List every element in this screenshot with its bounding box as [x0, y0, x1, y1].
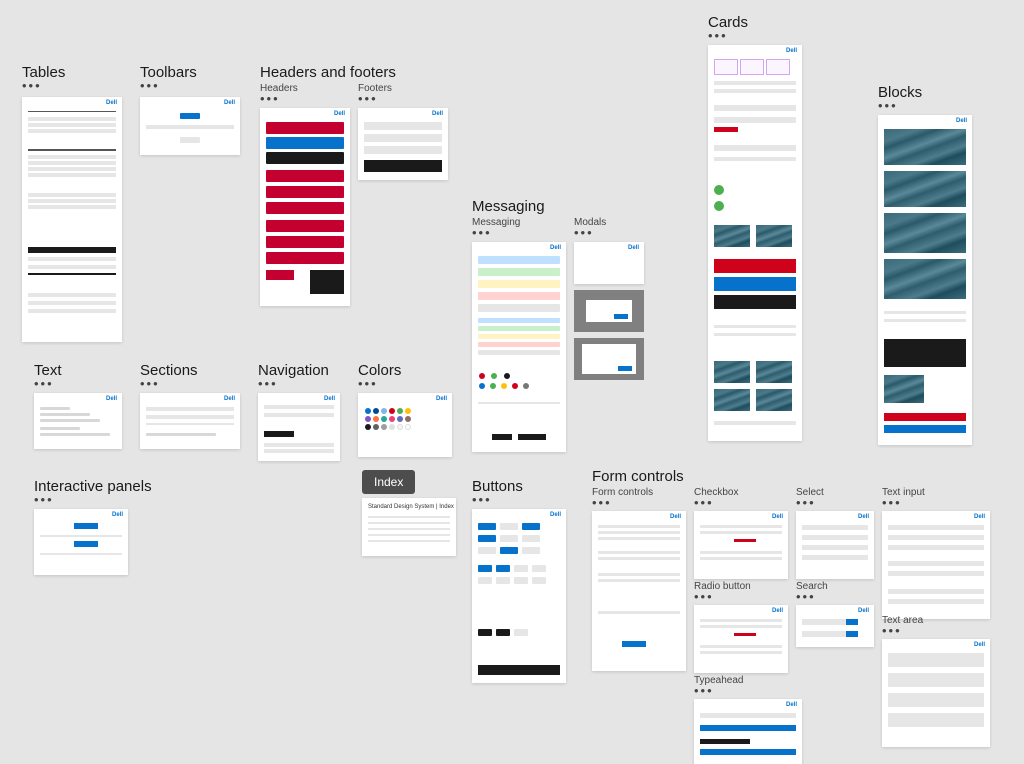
frame-interactive-panels[interactable]: Dell [34, 509, 128, 575]
frame-headers[interactable]: Dell [260, 108, 350, 306]
brand-label: Dell [670, 514, 681, 520]
brand-label: Dell [772, 608, 783, 614]
group-title-messaging: Messaging [472, 198, 644, 215]
group-tables[interactable]: Tables ••• Dell [22, 64, 122, 342]
index-page-title: Standard Design System | Index [368, 504, 454, 510]
brand-label: Dell [858, 608, 869, 614]
more-dots[interactable]: ••• [694, 500, 788, 508]
brand-label: Dell [772, 514, 783, 520]
frame-modal-1[interactable]: Dell [574, 242, 644, 284]
more-dots[interactable]: ••• [708, 33, 802, 41]
index-label: Index [374, 475, 403, 489]
brand-label: Dell [224, 396, 235, 402]
frame-search[interactable]: Dell [796, 605, 874, 647]
group-colors[interactable]: Colors ••• Dell [358, 362, 452, 457]
frame-text-area[interactable]: Dell [882, 639, 990, 747]
group-buttons[interactable]: Buttons ••• Dell [472, 478, 566, 683]
more-dots[interactable]: ••• [34, 497, 152, 505]
group-title-headers-footers: Headers and footers [260, 64, 448, 81]
brand-label: Dell [550, 245, 561, 251]
brand-label: Dell [628, 245, 639, 251]
more-dots[interactable]: ••• [22, 83, 122, 91]
more-dots[interactable]: ••• [878, 103, 972, 111]
more-dots[interactable]: ••• [358, 381, 452, 389]
frame-navigation[interactable]: Dell [258, 393, 340, 461]
brand-label: Dell [786, 48, 797, 54]
more-dots[interactable]: ••• [592, 500, 686, 508]
design-canvas[interactable]: Tables ••• Dell Toolbars ••• Dell Header… [0, 0, 1024, 764]
frame-toolbars[interactable]: Dell [140, 97, 240, 155]
brand-label: Dell [432, 111, 443, 117]
brand-label: Dell [334, 111, 345, 117]
brand-label: Dell [436, 396, 447, 402]
more-dots[interactable]: ••• [694, 688, 802, 696]
more-dots[interactable]: ••• [574, 230, 644, 238]
group-text[interactable]: Text ••• Dell [34, 362, 122, 449]
group-messaging[interactable]: Messaging Messaging ••• Dell [472, 198, 644, 452]
group-cards[interactable]: Cards ••• Dell [708, 14, 802, 441]
more-dots[interactable]: ••• [258, 381, 340, 389]
group-sections[interactable]: Sections ••• Dell [140, 362, 240, 449]
more-dots[interactable]: ••• [34, 381, 122, 389]
frame-typeahead[interactable]: Dell [694, 699, 802, 764]
frame-footers[interactable]: Dell [358, 108, 448, 180]
brand-label: Dell [974, 514, 985, 520]
frame-index[interactable]: Standard Design System | Index [362, 498, 456, 556]
more-dots[interactable]: ••• [882, 500, 990, 508]
brand-label: Dell [786, 702, 797, 708]
brand-label: Dell [106, 396, 117, 402]
group-blocks[interactable]: Blocks ••• Dell [878, 84, 972, 445]
group-form-controls[interactable]: Form controls Form controls ••• Dell Che… [592, 468, 684, 487]
frame-select[interactable]: Dell [796, 511, 874, 579]
more-dots[interactable]: ••• [140, 381, 240, 389]
more-dots[interactable]: ••• [472, 497, 566, 505]
more-dots[interactable]: ••• [358, 96, 448, 104]
more-dots[interactable]: ••• [140, 83, 240, 91]
frame-blocks[interactable]: Dell [878, 115, 972, 445]
frame-cards[interactable]: Dell [708, 45, 802, 441]
brand-label: Dell [550, 512, 561, 518]
frame-messaging[interactable]: Dell [472, 242, 566, 452]
brand-label: Dell [324, 396, 335, 402]
brand-label: Dell [956, 118, 967, 124]
brand-label: Dell [106, 100, 117, 106]
group-interactive-panels[interactable]: Interactive panels ••• Dell [34, 478, 152, 575]
brand-label: Dell [858, 514, 869, 520]
frame-form-controls[interactable]: Dell [592, 511, 686, 671]
frame-radio-button[interactable]: Dell [694, 605, 788, 673]
frame-modal-2-overlay[interactable] [574, 290, 644, 332]
more-dots[interactable]: ••• [260, 96, 350, 104]
group-navigation[interactable]: Navigation ••• Dell [258, 362, 340, 461]
index-pill[interactable]: Index [362, 470, 415, 494]
frame-sections[interactable]: Dell [140, 393, 240, 449]
frame-tables[interactable]: Dell [22, 97, 122, 342]
frame-colors[interactable]: Dell [358, 393, 452, 457]
group-headers-footers[interactable]: Headers and footers Headers ••• Dell [260, 64, 448, 306]
brand-label: Dell [974, 642, 985, 648]
group-toolbars[interactable]: Toolbars ••• Dell [140, 64, 240, 155]
group-title-form-controls: Form controls [592, 468, 684, 485]
more-dots[interactable]: ••• [472, 230, 566, 238]
more-dots[interactable]: ••• [882, 628, 990, 636]
frame-text[interactable]: Dell [34, 393, 122, 449]
frame-checkbox[interactable]: Dell [694, 511, 788, 579]
frame-modal-3-overlay[interactable] [574, 338, 644, 380]
frame-buttons[interactable]: Dell [472, 509, 566, 683]
more-dots[interactable]: ••• [796, 594, 874, 602]
brand-label: Dell [112, 512, 123, 518]
more-dots[interactable]: ••• [694, 594, 788, 602]
frame-text-input[interactable]: Dell [882, 511, 990, 619]
brand-label: Dell [224, 100, 235, 106]
more-dots[interactable]: ••• [796, 500, 874, 508]
